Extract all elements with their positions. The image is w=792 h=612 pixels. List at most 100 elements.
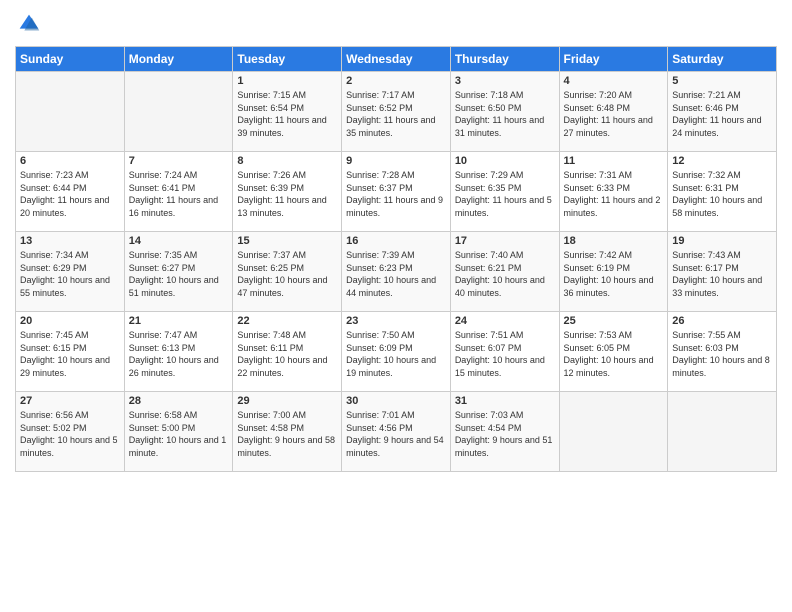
calendar-cell: 6 Sunrise: 7:23 AM Sunset: 6:44 PM Dayli…	[16, 152, 125, 232]
day-number: 5	[672, 75, 772, 87]
day-number: 9	[346, 155, 446, 167]
calendar-cell: 9 Sunrise: 7:28 AM Sunset: 6:37 PM Dayli…	[342, 152, 451, 232]
week-row-3: 13 Sunrise: 7:34 AM Sunset: 6:29 PM Dayl…	[16, 232, 777, 312]
day-info: Sunrise: 7:01 AM Sunset: 4:56 PM Dayligh…	[346, 409, 446, 459]
day-info: Sunrise: 7:31 AM Sunset: 6:33 PM Dayligh…	[564, 169, 664, 219]
day-info: Sunrise: 7:48 AM Sunset: 6:11 PM Dayligh…	[237, 329, 337, 379]
day-number: 4	[564, 75, 664, 87]
day-info: Sunrise: 7:55 AM Sunset: 6:03 PM Dayligh…	[672, 329, 772, 379]
calendar-cell	[124, 72, 233, 152]
day-number: 23	[346, 315, 446, 327]
calendar-cell: 26 Sunrise: 7:55 AM Sunset: 6:03 PM Dayl…	[668, 312, 777, 392]
day-info: Sunrise: 7:50 AM Sunset: 6:09 PM Dayligh…	[346, 329, 446, 379]
header-row: SundayMondayTuesdayWednesdayThursdayFrid…	[16, 47, 777, 72]
day-number: 29	[237, 395, 337, 407]
day-info: Sunrise: 7:39 AM Sunset: 6:23 PM Dayligh…	[346, 249, 446, 299]
day-number: 2	[346, 75, 446, 87]
day-number: 8	[237, 155, 337, 167]
col-header-tuesday: Tuesday	[233, 47, 342, 72]
day-number: 7	[129, 155, 229, 167]
day-number: 25	[564, 315, 664, 327]
week-row-1: 1 Sunrise: 7:15 AM Sunset: 6:54 PM Dayli…	[16, 72, 777, 152]
day-number: 19	[672, 235, 772, 247]
day-number: 24	[455, 315, 555, 327]
day-number: 16	[346, 235, 446, 247]
calendar-cell: 15 Sunrise: 7:37 AM Sunset: 6:25 PM Dayl…	[233, 232, 342, 312]
day-info: Sunrise: 7:20 AM Sunset: 6:48 PM Dayligh…	[564, 89, 664, 139]
day-number: 12	[672, 155, 772, 167]
day-number: 6	[20, 155, 120, 167]
col-header-sunday: Sunday	[16, 47, 125, 72]
day-info: Sunrise: 7:53 AM Sunset: 6:05 PM Dayligh…	[564, 329, 664, 379]
col-header-thursday: Thursday	[450, 47, 559, 72]
logo	[15, 10, 47, 38]
calendar-cell: 11 Sunrise: 7:31 AM Sunset: 6:33 PM Dayl…	[559, 152, 668, 232]
calendar-cell: 14 Sunrise: 7:35 AM Sunset: 6:27 PM Dayl…	[124, 232, 233, 312]
day-info: Sunrise: 7:24 AM Sunset: 6:41 PM Dayligh…	[129, 169, 229, 219]
week-row-5: 27 Sunrise: 6:56 AM Sunset: 5:02 PM Dayl…	[16, 392, 777, 472]
day-number: 14	[129, 235, 229, 247]
calendar-cell: 29 Sunrise: 7:00 AM Sunset: 4:58 PM Dayl…	[233, 392, 342, 472]
day-number: 11	[564, 155, 664, 167]
calendar-cell: 4 Sunrise: 7:20 AM Sunset: 6:48 PM Dayli…	[559, 72, 668, 152]
day-info: Sunrise: 7:28 AM Sunset: 6:37 PM Dayligh…	[346, 169, 446, 219]
day-number: 28	[129, 395, 229, 407]
calendar-cell: 17 Sunrise: 7:40 AM Sunset: 6:21 PM Dayl…	[450, 232, 559, 312]
calendar-cell: 12 Sunrise: 7:32 AM Sunset: 6:31 PM Dayl…	[668, 152, 777, 232]
calendar-cell: 1 Sunrise: 7:15 AM Sunset: 6:54 PM Dayli…	[233, 72, 342, 152]
day-info: Sunrise: 7:51 AM Sunset: 6:07 PM Dayligh…	[455, 329, 555, 379]
calendar-cell: 2 Sunrise: 7:17 AM Sunset: 6:52 PM Dayli…	[342, 72, 451, 152]
calendar-table: SundayMondayTuesdayWednesdayThursdayFrid…	[15, 46, 777, 472]
day-info: Sunrise: 7:42 AM Sunset: 6:19 PM Dayligh…	[564, 249, 664, 299]
day-info: Sunrise: 7:26 AM Sunset: 6:39 PM Dayligh…	[237, 169, 337, 219]
day-number: 18	[564, 235, 664, 247]
calendar-cell: 10 Sunrise: 7:29 AM Sunset: 6:35 PM Dayl…	[450, 152, 559, 232]
calendar-cell: 5 Sunrise: 7:21 AM Sunset: 6:46 PM Dayli…	[668, 72, 777, 152]
day-number: 31	[455, 395, 555, 407]
day-number: 15	[237, 235, 337, 247]
day-number: 27	[20, 395, 120, 407]
calendar-cell: 22 Sunrise: 7:48 AM Sunset: 6:11 PM Dayl…	[233, 312, 342, 392]
col-header-wednesday: Wednesday	[342, 47, 451, 72]
day-info: Sunrise: 7:29 AM Sunset: 6:35 PM Dayligh…	[455, 169, 555, 219]
day-info: Sunrise: 7:21 AM Sunset: 6:46 PM Dayligh…	[672, 89, 772, 139]
day-info: Sunrise: 7:17 AM Sunset: 6:52 PM Dayligh…	[346, 89, 446, 139]
col-header-saturday: Saturday	[668, 47, 777, 72]
calendar-cell: 31 Sunrise: 7:03 AM Sunset: 4:54 PM Dayl…	[450, 392, 559, 472]
calendar-cell	[559, 392, 668, 472]
calendar-cell: 8 Sunrise: 7:26 AM Sunset: 6:39 PM Dayli…	[233, 152, 342, 232]
calendar-cell: 27 Sunrise: 6:56 AM Sunset: 5:02 PM Dayl…	[16, 392, 125, 472]
day-number: 17	[455, 235, 555, 247]
day-info: Sunrise: 7:45 AM Sunset: 6:15 PM Dayligh…	[20, 329, 120, 379]
logo-icon	[15, 10, 43, 38]
day-info: Sunrise: 7:40 AM Sunset: 6:21 PM Dayligh…	[455, 249, 555, 299]
day-number: 3	[455, 75, 555, 87]
day-info: Sunrise: 7:47 AM Sunset: 6:13 PM Dayligh…	[129, 329, 229, 379]
day-info: Sunrise: 7:15 AM Sunset: 6:54 PM Dayligh…	[237, 89, 337, 139]
day-number: 1	[237, 75, 337, 87]
calendar-cell: 16 Sunrise: 7:39 AM Sunset: 6:23 PM Dayl…	[342, 232, 451, 312]
calendar-cell: 28 Sunrise: 6:58 AM Sunset: 5:00 PM Dayl…	[124, 392, 233, 472]
calendar-cell	[16, 72, 125, 152]
calendar-cell: 7 Sunrise: 7:24 AM Sunset: 6:41 PM Dayli…	[124, 152, 233, 232]
day-number: 30	[346, 395, 446, 407]
calendar-cell: 21 Sunrise: 7:47 AM Sunset: 6:13 PM Dayl…	[124, 312, 233, 392]
col-header-friday: Friday	[559, 47, 668, 72]
day-number: 21	[129, 315, 229, 327]
day-number: 10	[455, 155, 555, 167]
day-info: Sunrise: 7:35 AM Sunset: 6:27 PM Dayligh…	[129, 249, 229, 299]
week-row-2: 6 Sunrise: 7:23 AM Sunset: 6:44 PM Dayli…	[16, 152, 777, 232]
day-info: Sunrise: 6:56 AM Sunset: 5:02 PM Dayligh…	[20, 409, 120, 459]
calendar-cell: 30 Sunrise: 7:01 AM Sunset: 4:56 PM Dayl…	[342, 392, 451, 472]
calendar-cell: 13 Sunrise: 7:34 AM Sunset: 6:29 PM Dayl…	[16, 232, 125, 312]
day-number: 13	[20, 235, 120, 247]
col-header-monday: Monday	[124, 47, 233, 72]
calendar-cell: 23 Sunrise: 7:50 AM Sunset: 6:09 PM Dayl…	[342, 312, 451, 392]
day-number: 20	[20, 315, 120, 327]
day-info: Sunrise: 7:34 AM Sunset: 6:29 PM Dayligh…	[20, 249, 120, 299]
day-info: Sunrise: 6:58 AM Sunset: 5:00 PM Dayligh…	[129, 409, 229, 459]
day-info: Sunrise: 7:43 AM Sunset: 6:17 PM Dayligh…	[672, 249, 772, 299]
calendar-cell: 18 Sunrise: 7:42 AM Sunset: 6:19 PM Dayl…	[559, 232, 668, 312]
day-number: 26	[672, 315, 772, 327]
calendar-cell: 25 Sunrise: 7:53 AM Sunset: 6:05 PM Dayl…	[559, 312, 668, 392]
